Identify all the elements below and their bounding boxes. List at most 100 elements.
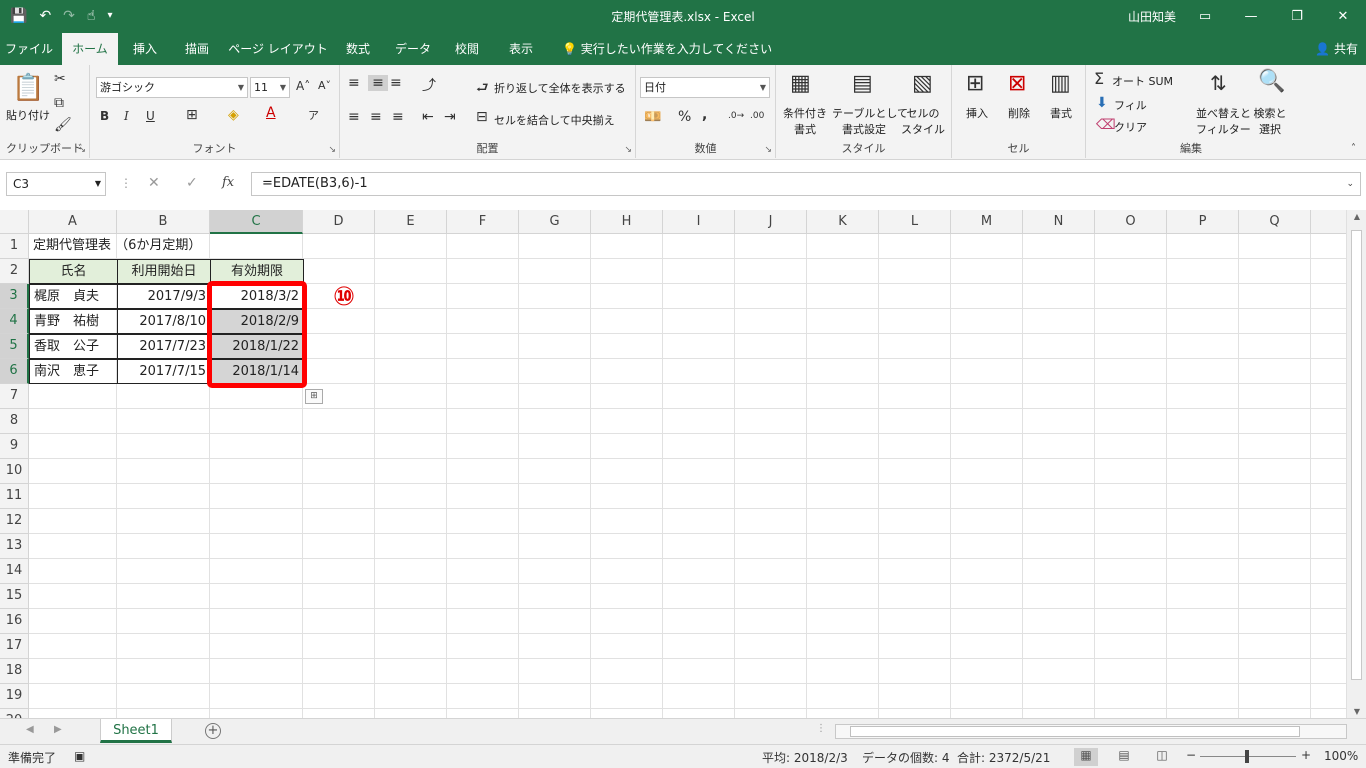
quick-analysis-icon[interactable]: ⊞ (305, 389, 323, 404)
row-header[interactable]: 4 (0, 309, 29, 334)
row-header[interactable]: 17 (0, 634, 29, 659)
tab-page-layout[interactable]: ページ レイアウト (228, 33, 328, 65)
scrollbar-thumb[interactable] (1351, 230, 1362, 680)
font-name-box[interactable]: 游ゴシック ▼ (96, 77, 248, 98)
prev-sheet-icon[interactable]: ◀ (26, 724, 34, 735)
zoom-out-icon[interactable]: − (1186, 748, 1196, 762)
row-header[interactable]: 3 (0, 284, 29, 309)
wrap-text-icon[interactable]: ⮐ (476, 77, 489, 101)
row-header[interactable]: 13 (0, 534, 29, 559)
fill-icon[interactable]: ⬇ (1096, 95, 1108, 111)
format-cells-icon[interactable]: ▥ (1050, 71, 1071, 96)
tab-home[interactable]: ホーム (62, 33, 118, 65)
format-painter-icon[interactable]: 🖌 (54, 117, 72, 133)
shrink-font-icon[interactable]: A˅ (318, 79, 331, 92)
align-right-icon[interactable]: ≡ (392, 109, 404, 125)
autosum-button[interactable]: オート SUM (1112, 73, 1173, 89)
font-color-icon[interactable]: A (266, 105, 276, 121)
cut-icon[interactable]: ✂ (54, 71, 66, 87)
delete-cells-button[interactable]: 削除 (1008, 105, 1030, 121)
tab-draw[interactable]: 描画 (174, 33, 220, 65)
eraser-icon[interactable]: ⌫ (1096, 117, 1116, 133)
share-button[interactable]: 👤 共有 (1315, 33, 1358, 65)
dialog-launcher-icon[interactable]: ↘ (624, 145, 632, 155)
status-sum[interactable]: 合計: 2372/5/21 (957, 749, 1050, 766)
row-header[interactable]: 6 (0, 359, 29, 384)
collapse-ribbon-icon[interactable]: ˄ (1351, 143, 1356, 154)
table-cell[interactable]: 梶原 貞夫 (29, 284, 118, 309)
orientation-icon[interactable]: ⤴ (422, 75, 436, 95)
font-size-box[interactable]: 11 ▼ (250, 77, 290, 98)
row-header[interactable]: 12 (0, 509, 29, 534)
cancel-icon[interactable]: ✕ (148, 175, 160, 191)
cell-styles-button[interactable]: セルの スタイル (900, 105, 946, 137)
align-top-icon[interactable]: ≡ (348, 75, 360, 91)
wrap-text-button[interactable]: 折り返して全体を表示する (494, 80, 626, 96)
scrollbar-thumb[interactable] (850, 726, 1300, 737)
column-header-b[interactable]: B (117, 210, 210, 234)
table-cell[interactable]: 香取 公子 (29, 334, 118, 359)
row-header[interactable]: 19 (0, 684, 29, 709)
column-header-l[interactable]: L (879, 210, 951, 234)
tell-me-box[interactable]: 💡 実行したい作業を入力してください (562, 33, 772, 65)
horizontal-scrollbar[interactable] (835, 724, 1347, 739)
row-header[interactable]: 5 (0, 334, 29, 359)
row-header[interactable]: 2 (0, 259, 29, 284)
format-as-table-icon[interactable]: ▤ (852, 71, 873, 96)
row-header[interactable]: 1 (0, 234, 29, 259)
table-cell[interactable]: 青野 祐樹 (29, 309, 118, 334)
fill-button[interactable]: フィル (1114, 97, 1147, 113)
column-header-g[interactable]: G (519, 210, 591, 234)
tab-insert[interactable]: 挿入 (122, 33, 168, 65)
row-header[interactable]: 7 (0, 384, 29, 409)
increase-decimal-icon[interactable]: .0→ (728, 111, 744, 121)
column-header-k[interactable]: K (807, 210, 879, 234)
column-header-f[interactable]: F (447, 210, 519, 234)
tab-formulas[interactable]: 数式 (336, 33, 380, 65)
insert-cells-icon[interactable]: ⊞ (966, 71, 984, 96)
italic-button[interactable]: I (124, 109, 129, 123)
column-header-r[interactable] (1311, 210, 1346, 234)
align-left-icon[interactable]: ≡ (348, 109, 360, 125)
column-header-n[interactable]: N (1023, 210, 1095, 234)
status-average[interactable]: 平均: 2018/2/3 (762, 749, 848, 766)
row-header[interactable]: 10 (0, 459, 29, 484)
page-layout-view-icon[interactable]: ▤ (1112, 748, 1136, 766)
add-sheet-icon[interactable]: + (205, 723, 221, 739)
column-header-h[interactable]: H (591, 210, 663, 234)
align-center-icon[interactable]: ≡ (370, 109, 382, 125)
tab-data[interactable]: データ (390, 33, 436, 65)
column-header-o[interactable]: O (1095, 210, 1167, 234)
row-header[interactable]: 15 (0, 584, 29, 609)
status-count[interactable]: データの個数: 4 (862, 749, 950, 766)
row-header[interactable]: 9 (0, 434, 29, 459)
bold-button[interactable]: B (100, 109, 109, 123)
table-cell[interactable]: 南沢 恵子 (29, 359, 118, 384)
next-sheet-icon[interactable]: ▶ (54, 724, 62, 735)
phonetic-icon[interactable]: ア (308, 107, 319, 123)
vertical-scrollbar[interactable]: ▲ ▼ (1346, 210, 1366, 718)
fill-color-icon[interactable]: ◈ (228, 107, 239, 123)
close-button[interactable]: ✕ (1320, 0, 1366, 33)
column-header-q[interactable]: Q (1239, 210, 1311, 234)
dialog-launcher-icon[interactable]: ↘ (764, 145, 772, 155)
table-cell[interactable]: 2017/7/23 (117, 334, 211, 359)
user-name[interactable]: 山田知美 (1128, 8, 1176, 25)
zoom-in-icon[interactable]: + (1301, 748, 1311, 762)
borders-icon[interactable]: ⊞ (186, 107, 198, 123)
enter-icon[interactable]: ✓ (186, 175, 198, 191)
format-cells-button[interactable]: 書式 (1050, 105, 1072, 121)
conditional-formatting-button[interactable]: 条件付き 書式 (782, 105, 828, 137)
column-header-m[interactable]: M (951, 210, 1023, 234)
zoom-level[interactable]: 100% (1324, 749, 1358, 763)
table-cell[interactable]: 2017/8/10 (117, 309, 211, 334)
ribbon-display-icon[interactable]: ▭ (1182, 0, 1228, 33)
delete-cells-icon[interactable]: ⊠ (1008, 71, 1026, 96)
decrease-decimal-icon[interactable]: .00 (750, 111, 764, 121)
row-header[interactable]: 20 (0, 709, 29, 718)
copy-icon[interactable]: ⧉ (54, 95, 64, 111)
merge-center-button[interactable]: セルを結合して中央揃え (494, 112, 615, 128)
clear-button[interactable]: クリア (1114, 119, 1147, 135)
scroll-down-icon[interactable]: ▼ (1347, 707, 1366, 716)
find-select-button[interactable]: 検索と 選択 (1252, 105, 1288, 137)
